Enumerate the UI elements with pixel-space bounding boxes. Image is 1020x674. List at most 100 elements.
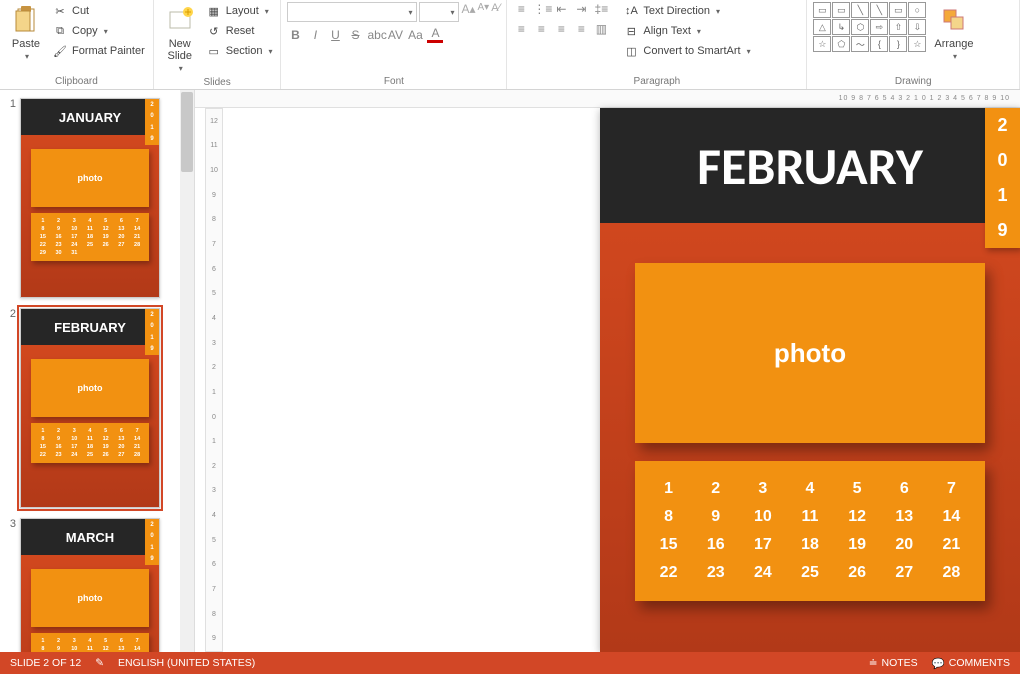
smartart-icon: ◫	[623, 43, 639, 59]
align-left-button[interactable]: ≡	[513, 22, 529, 36]
slide-editor: 10 9 8 7 6 5 4 3 2 1 0 1 2 3 4 5 6 7 8 9…	[195, 90, 1020, 652]
thumb-title: FEBRUARY2019	[21, 309, 159, 345]
thumb-row: 3MARCH2019photo1234567891011121314151617…	[6, 518, 188, 652]
cut-button[interactable]: ✂ Cut	[50, 2, 147, 20]
line-spacing-button[interactable]: ‡≡	[593, 2, 609, 16]
brush-icon: 🖌	[52, 43, 68, 59]
font-family-select[interactable]: ▾	[287, 2, 417, 22]
calendar-box[interactable]: 1234567891011121314151617181920212223242…	[635, 461, 985, 601]
format-painter-button[interactable]: 🖌 Format Painter	[50, 42, 147, 60]
columns-button[interactable]: ▥	[593, 22, 609, 36]
case-button[interactable]: Aa	[407, 28, 423, 42]
thumb-photo: photo	[31, 569, 149, 627]
language-indicator[interactable]: ENGLISH (UNITED STATES)	[118, 657, 255, 669]
calendar-day: 15	[645, 531, 692, 559]
calendar-day: 14	[928, 503, 975, 531]
indent-dec-button[interactable]: ⇤	[553, 2, 569, 16]
slide-panel[interactable]: 1JANUARY2019 photo 12345678910111213141516…	[0, 90, 195, 652]
calendar-day: 26	[834, 559, 881, 587]
numbering-button[interactable]: ⋮≡	[533, 2, 549, 16]
thumb-photo: photo	[31, 149, 149, 207]
group-label: Clipboard	[6, 74, 147, 89]
comments-button[interactable]: 💬 COMMENTS	[932, 657, 1010, 670]
calendar-day: 2	[692, 475, 739, 503]
font-color-button[interactable]: A	[427, 26, 443, 43]
ruler-horizontal: 10 9 8 7 6 5 4 3 2 1 0 1 2 3 4 5 6 7 8 9…	[195, 90, 1020, 108]
section-icon: ▭	[206, 43, 222, 59]
align-text-button[interactable]: ⊟ Align Text▾	[621, 22, 752, 40]
spellcheck-icon[interactable]: ✎	[95, 657, 104, 669]
group-slides: NewSlide ▾ ▦ Layout▾ ↺ Reset ▭ Section▾ …	[154, 0, 282, 89]
new-slide-button[interactable]: NewSlide ▾	[160, 2, 200, 75]
slide-thumbnail[interactable]: MARCH2019photo12345678910111213141516171…	[20, 518, 160, 652]
calendar-day: 5	[834, 475, 881, 503]
thumb-calendar: 1234567891011121314151617181920212223242…	[31, 213, 149, 261]
arrange-button[interactable]: Arrange ▾	[930, 2, 977, 63]
thumb-calendar: 1234567891011121314151617181920212223242…	[31, 423, 149, 463]
justify-button[interactable]: ≡	[573, 22, 589, 36]
calendar-day: 16	[692, 531, 739, 559]
calendar-day: 18	[786, 531, 833, 559]
chevron-down-icon: ▾	[953, 52, 957, 61]
thumb-number: 3	[6, 518, 20, 652]
reset-button[interactable]: ↺ Reset	[204, 22, 275, 40]
calendar-day: 10	[739, 503, 786, 531]
chevron-down-icon: ▾	[25, 52, 29, 61]
copy-button[interactable]: ⧉ Copy ▾	[50, 22, 147, 40]
slide-thumbnail[interactable]: JANUARY2019 photo 123456789101112131415161…	[20, 98, 160, 298]
slide-indicator[interactable]: SLIDE 2 OF 12	[10, 657, 81, 669]
group-drawing: ▭▭╲╲▭○ △↳⬡⇨⇧⇩ ☆⬠〜{}☆ Arrange ▾ Drawing	[807, 0, 1020, 89]
group-label: Paragraph	[513, 74, 800, 89]
text-direction-button[interactable]: ↕A Text Direction▾	[621, 2, 752, 20]
align-right-button[interactable]: ≡	[553, 22, 569, 36]
layout-icon: ▦	[206, 3, 222, 19]
reset-icon: ↺	[206, 23, 222, 39]
increase-font-icon[interactable]: A▴	[461, 2, 475, 22]
thumb-title: JANUARY2019	[21, 99, 159, 135]
status-bar: SLIDE 2 OF 12 ✎ ENGLISH (UNITED STATES) …	[0, 652, 1020, 674]
photo-placeholder[interactable]: photo	[635, 263, 985, 443]
align-center-button[interactable]: ≡	[533, 22, 549, 36]
font-size-select[interactable]: ▾	[419, 2, 459, 22]
bullets-button[interactable]: ≡	[513, 2, 529, 16]
shadow-button[interactable]: abc	[367, 28, 383, 42]
indent-inc-button[interactable]: ⇥	[573, 2, 589, 16]
section-button[interactable]: ▭ Section▾	[204, 42, 275, 60]
scrollbar-thumb[interactable]	[181, 92, 193, 172]
shapes-gallery[interactable]: ▭▭╲╲▭○ △↳⬡⇨⇧⇩ ☆⬠〜{}☆	[813, 2, 926, 52]
calendar-day: 21	[928, 531, 975, 559]
slide-thumbnail[interactable]: FEBRUARY2019photo12345678910111213141516…	[20, 308, 160, 508]
strike-button[interactable]: S	[347, 28, 363, 42]
chevron-down-icon: ▾	[104, 27, 108, 36]
calendar-day: 22	[645, 559, 692, 587]
thumb-number: 1	[6, 98, 20, 298]
calendar-day: 28	[928, 559, 975, 587]
calendar-day: 23	[692, 559, 739, 587]
decrease-font-icon[interactable]: A▾	[478, 2, 490, 22]
paste-button[interactable]: Paste ▾	[6, 2, 46, 63]
layout-button[interactable]: ▦ Layout▾	[204, 2, 275, 20]
group-label: Drawing	[813, 74, 1013, 89]
group-font: ▾ ▾ A▴ A▾ A⁄ B I U S abc AV Aa A Font	[281, 0, 507, 89]
thumb-row: 1JANUARY2019 photo 12345678910111213141516…	[6, 98, 188, 298]
clear-format-icon[interactable]: A⁄	[491, 2, 500, 22]
group-label: Slides	[160, 75, 275, 90]
notes-button[interactable]: ≐ NOTES	[869, 657, 918, 669]
calendar-day: 12	[834, 503, 881, 531]
calendar-day: 7	[928, 475, 975, 503]
ribbon: Paste ▾ ✂ Cut ⧉ Copy ▾ 🖌 Format Painter	[0, 0, 1020, 90]
slide-canvas[interactable]: FEBRUARY 2019 photo 12345678910111213141…	[600, 108, 1020, 652]
slide-title[interactable]: FEBRUARY	[697, 134, 923, 198]
italic-button[interactable]: I	[307, 28, 323, 42]
calendar-day: 20	[881, 531, 928, 559]
slide-year[interactable]: 2019	[985, 108, 1020, 248]
calendar-day: 19	[834, 531, 881, 559]
spacing-button[interactable]: AV	[387, 28, 403, 42]
scrollbar[interactable]	[180, 90, 194, 652]
bold-button[interactable]: B	[287, 28, 303, 42]
group-clipboard: Paste ▾ ✂ Cut ⧉ Copy ▾ 🖌 Format Painter	[0, 0, 154, 89]
underline-button[interactable]: U	[327, 28, 343, 42]
calendar-day: 25	[786, 559, 833, 587]
smartart-button[interactable]: ◫ Convert to SmartArt▾	[621, 42, 752, 60]
thumb-year: 2019	[145, 519, 159, 565]
